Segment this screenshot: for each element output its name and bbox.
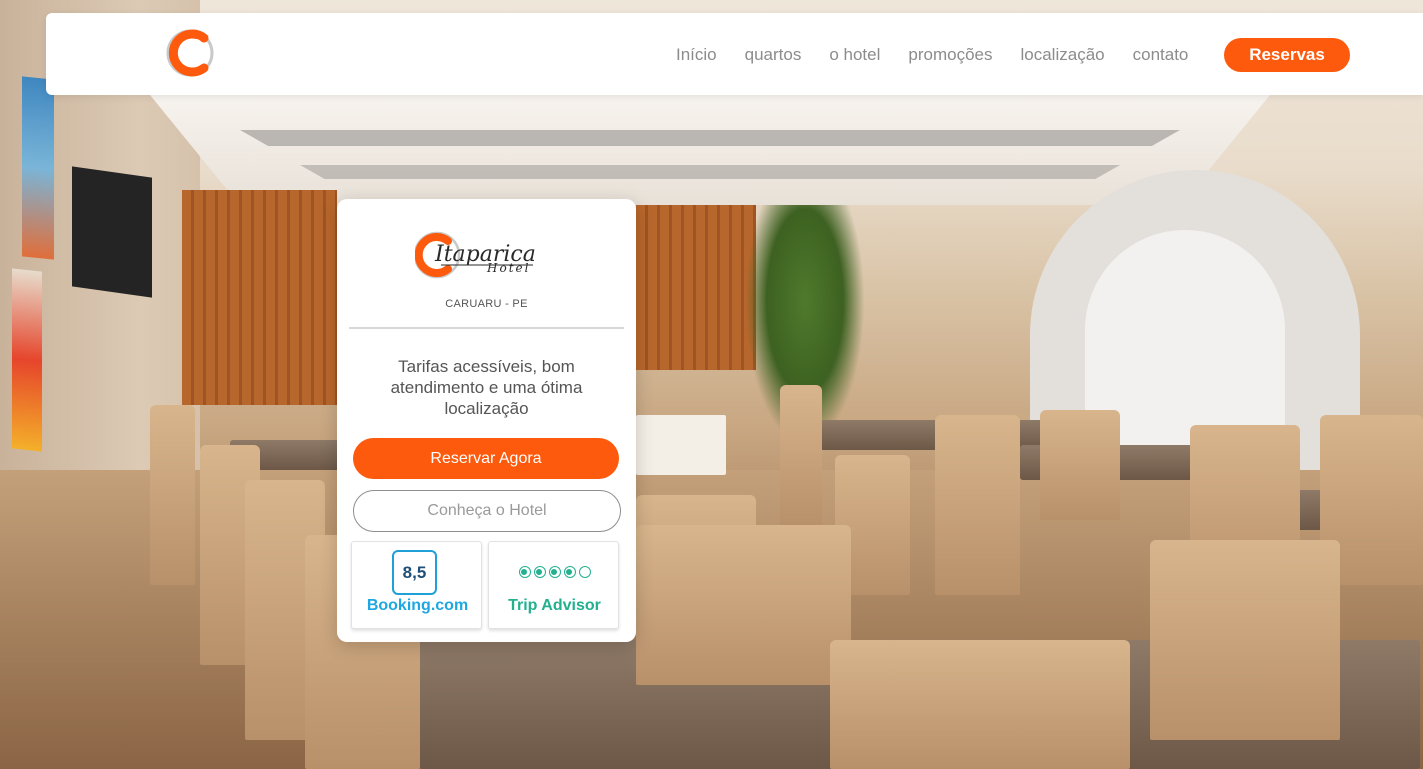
background-photo	[0, 0, 1423, 769]
hotel-tagline: Tarifas acessíveis, bom atendimento e um…	[390, 357, 583, 418]
tripadvisor-rating-badge[interactable]: Trip Advisor	[488, 541, 619, 629]
ceiling	[150, 95, 1270, 205]
nav-link-quartos[interactable]: quartos	[745, 45, 802, 65]
divider	[349, 327, 624, 329]
rating-dot-filled-icon	[533, 566, 546, 578]
itaparica-c-logo-icon[interactable]	[164, 23, 216, 83]
booking-score: 8,5	[392, 550, 437, 595]
rating-dot-filled-icon	[563, 566, 576, 578]
svg-text:Hotel: Hotel	[486, 261, 530, 275]
hotel-info-card: Itaparica Hotel CARUARU - PE Tarifas ace…	[337, 199, 636, 642]
itaparica-hotel-logo-icon: Itaparica Hotel	[413, 225, 555, 283]
reservas-button[interactable]: Reservas	[1224, 38, 1350, 72]
window-blind	[636, 205, 756, 370]
rating-dot-filled-icon	[518, 566, 531, 578]
wall-painting	[22, 76, 54, 260]
window-blind	[182, 190, 337, 405]
tripadvisor-logo-text: Trip Advisor	[508, 597, 601, 614]
top-navbar: Início quartos o hotel promoções localiz…	[46, 13, 1423, 95]
chair	[1150, 540, 1340, 740]
ceiling-strip	[300, 165, 1120, 179]
conheca-o-hotel-button[interactable]: Conheça o Hotel	[353, 490, 621, 532]
reservar-agora-button[interactable]: Reservar Agora	[353, 438, 619, 479]
location-label: CARUARU - PE	[445, 298, 528, 310]
chair	[780, 385, 822, 525]
nav-link-inicio[interactable]: Início	[676, 45, 717, 65]
rating-dot-empty-icon	[578, 566, 591, 578]
chair	[150, 405, 195, 585]
nav-link-localizacao[interactable]: localização	[1021, 45, 1105, 65]
chair	[636, 525, 851, 685]
chair	[830, 640, 1130, 769]
chair	[935, 415, 1020, 595]
nav-link-o-hotel[interactable]: o hotel	[829, 45, 880, 65]
nav-link-contato[interactable]: contato	[1133, 45, 1189, 65]
ceiling-strip	[240, 130, 1180, 146]
wall-tv	[72, 166, 152, 298]
booking-logo-text: Booking.com	[366, 597, 469, 614]
chair	[1040, 410, 1120, 520]
nav-link-promocoes[interactable]: promoções	[908, 45, 992, 65]
booking-rating-badge[interactable]: 8,5 Booking.com	[351, 541, 482, 629]
rating-dot-filled-icon	[548, 566, 561, 578]
tripadvisor-rating-dots	[489, 566, 620, 578]
main-nav: Início quartos o hotel promoções localiz…	[676, 38, 1216, 72]
wall-painting	[12, 268, 42, 452]
table-cloth	[636, 415, 726, 475]
